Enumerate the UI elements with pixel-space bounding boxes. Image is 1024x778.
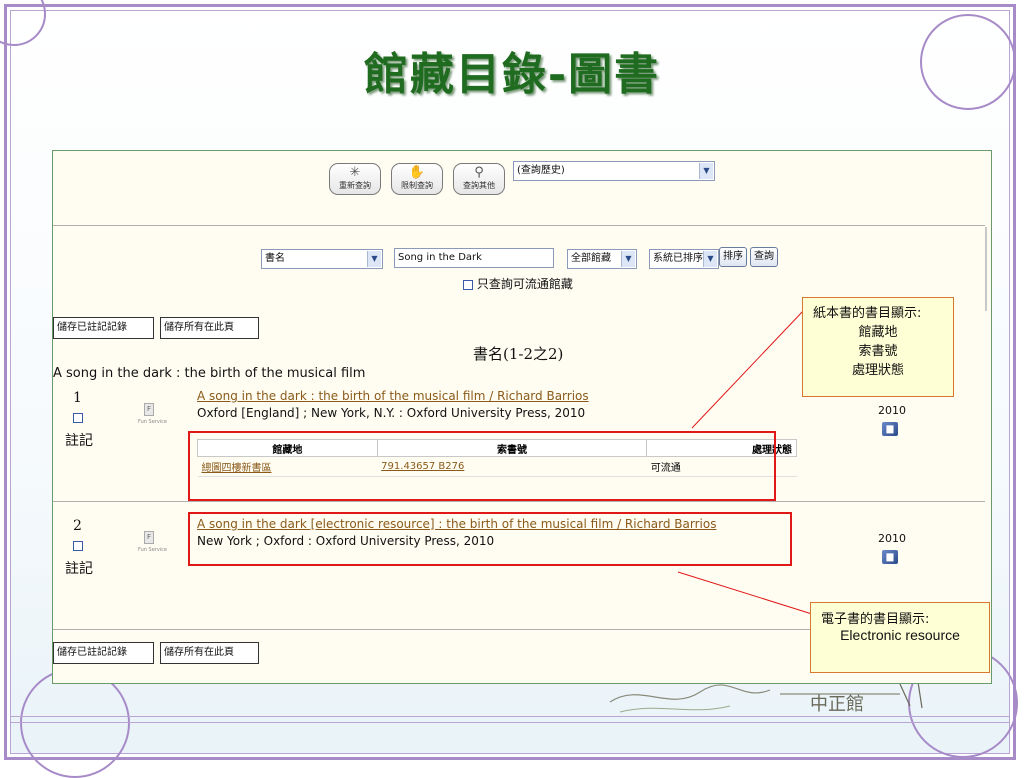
callout-line: 處理狀態 [851, 363, 904, 378]
callout-heading: 紙本書的書目顯示: [813, 306, 922, 321]
callout-heading: 電子書的書目顯示: [821, 612, 930, 627]
callout-line: 索書號 [858, 344, 898, 359]
callout-line: Electronic resource [840, 627, 960, 643]
callout-line: 館藏地 [858, 325, 898, 340]
print-book-callout: 紙本書的書目顯示: 館藏地 索書號 處理狀態 [802, 297, 954, 397]
ebook-callout: 電子書的書目顯示: Electronic resource [810, 602, 990, 673]
